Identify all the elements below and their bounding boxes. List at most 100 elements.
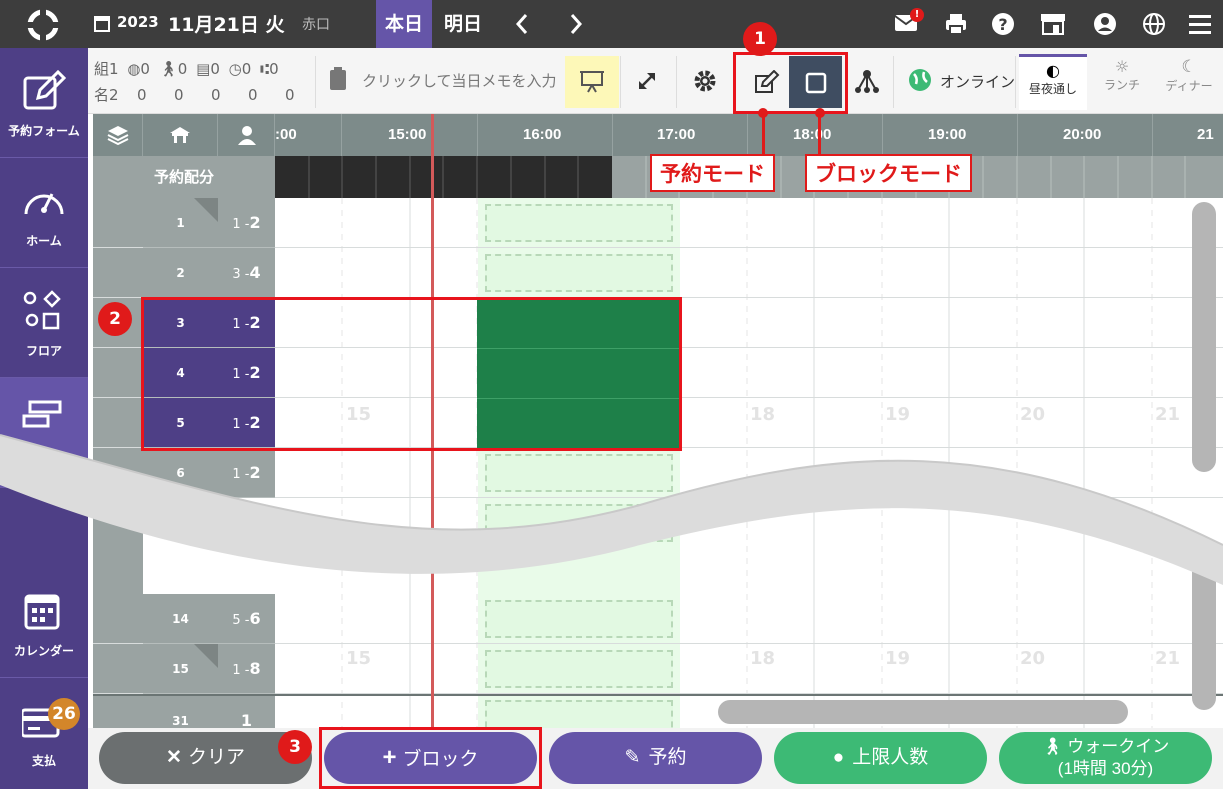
walkin-small-icon: 🚶︎ [158, 60, 178, 78]
reservable-slot[interactable] [485, 204, 673, 242]
hour-label: 20:00 [1063, 126, 1102, 143]
close-icon: ✕ [166, 747, 182, 768]
network-icon[interactable] [854, 68, 880, 98]
table-capacity: 1 -2 [218, 198, 275, 248]
memo-icon [328, 66, 348, 96]
hour-label: 21 [1197, 126, 1214, 143]
help-icon[interactable]: ? [991, 12, 1015, 40]
hour-label: 16:00 [523, 126, 562, 143]
annotation-box-selection [141, 297, 682, 451]
dashboard-gauge-icon [24, 193, 64, 215]
calendar-icon [94, 14, 110, 36]
sidebar-item-label: 予約フォーム [8, 124, 80, 138]
walkin-button[interactable]: 🚶︎ ウォークイン (1時間 30分) [999, 732, 1212, 784]
menu-icon[interactable] [1189, 13, 1211, 39]
annotation-box-modes [733, 52, 848, 114]
store-icon[interactable] [1040, 12, 1066, 40]
sidebar-item-reservation-form[interactable]: 予約フォーム [0, 48, 88, 158]
tomorrow-button[interactable]: 明日 [432, 0, 494, 48]
table-sort-button[interactable] [143, 114, 218, 156]
stat-people-web: 0 [137, 86, 147, 104]
capacity-sort-button[interactable] [218, 114, 275, 156]
presentation-toggle[interactable] [565, 56, 619, 108]
annotation-number: 1 [743, 22, 777, 56]
reservable-slot[interactable] [485, 254, 673, 292]
hour-label: 19:00 [928, 126, 967, 143]
memo-input[interactable]: クリックして当日メモを入力 [362, 70, 557, 91]
gear-icon[interactable] [693, 69, 717, 97]
printer-icon[interactable] [944, 12, 968, 40]
table-capacity: 3 -4 [218, 248, 275, 298]
svg-text:?: ? [998, 15, 1007, 34]
seat-small-icon: ⑆ [260, 60, 270, 78]
date-text[interactable]: 11月21日 火 [168, 10, 285, 37]
expand-icon[interactable] [636, 70, 658, 96]
mail-badge: ! [910, 8, 924, 22]
tab-label: ランチ [1103, 78, 1140, 92]
stat-people-seated: 0 [285, 86, 295, 104]
stat-groups-walkin: 0 [177, 60, 188, 78]
stat-people-waiting: 0 [248, 86, 258, 104]
stats-top-row: 組1 ◍0 🚶︎0 ▤0 ◷0 ⑆0 [94, 58, 279, 79]
layers-button[interactable] [93, 114, 143, 156]
tab-all-day[interactable]: ◐ 昼夜通し [1019, 54, 1087, 110]
timeline-header: :00 15:00 16:00 17:00 18:00 19:00 20:00 … [93, 114, 1223, 156]
stat-people-total: 名2 [94, 86, 119, 104]
allocation-label: 予約配分 [93, 156, 275, 198]
annotation-number: 2 [98, 302, 132, 336]
account-icon[interactable] [1093, 12, 1117, 40]
stat-people-walkin: 0 [174, 86, 184, 104]
payment-badge: 26 [48, 698, 80, 730]
hour-label: 15:00 [388, 126, 427, 143]
globe-small-icon: ◍ [127, 60, 141, 78]
tab-lunch[interactable]: ☼ ランチ [1090, 57, 1154, 109]
sidebar-item-label: 支払 [31, 754, 56, 768]
table-icon [170, 127, 190, 143]
chevron-right-icon[interactable] [566, 12, 586, 40]
table-capacity: 1 -8 [218, 644, 275, 694]
floor-shapes-icon [23, 290, 61, 330]
hour-label: 17:00 [657, 126, 696, 143]
sidebar-item-label: カレンダー [13, 644, 74, 658]
stat-groups-web: 0 [140, 60, 150, 78]
reservable-slot[interactable] [485, 650, 673, 688]
bg-hour-number: 20 [1020, 648, 1046, 669]
walking-person-icon: 🚶︎ [1041, 737, 1064, 756]
sidebar-item-home[interactable]: ホーム [0, 158, 88, 268]
reserve-button[interactable]: ✎ 予約 [549, 732, 762, 784]
globe-icon[interactable] [1142, 12, 1166, 40]
pencil-icon: ✎ [624, 747, 641, 768]
sidebar-item-label: ホーム [26, 234, 62, 248]
chevron-left-icon[interactable] [512, 12, 532, 40]
mail-icon[interactable]: ! [894, 8, 924, 36]
today-button[interactable]: 本日 [376, 0, 432, 48]
annotation-block-mode: ブロックモード [805, 154, 972, 192]
stat-groups-seated: 0 [269, 60, 279, 78]
stat-groups-total: 組1 [94, 60, 119, 78]
bg-hour-number: 18 [750, 648, 776, 669]
rokuyo-text: 赤口 [302, 17, 330, 33]
sidebar-item-floor[interactable]: フロア [0, 268, 88, 378]
annotation-box-block-button [319, 727, 542, 789]
toolbar: 組1 ◍0 🚶︎0 ▤0 ◷0 ⑆0 名2 00000 クリックして当日メモを入… [88, 48, 1223, 114]
horizontal-scrollbar[interactable] [718, 700, 1128, 724]
annotation-number: 3 [278, 730, 312, 764]
bg-hour-number: 19 [885, 648, 911, 669]
sidebar-item-payment[interactable]: 26 支払 [0, 678, 88, 788]
corner-marker [194, 644, 218, 668]
hour-label: 18:00 [793, 126, 832, 143]
bg-hour-number: 21 [1155, 648, 1181, 669]
tab-dinner[interactable]: ☾ ディナー [1158, 57, 1220, 109]
online-status[interactable]: オンライン [940, 71, 1015, 92]
capacity-limit-button[interactable]: ● 上限人数 [774, 732, 987, 784]
stat-people-booked: 0 [211, 86, 221, 104]
tab-label: ディナー [1165, 79, 1213, 93]
date-year[interactable]: 2023 [117, 13, 159, 31]
stat-groups-waiting: 0 [241, 60, 252, 78]
app-logo-icon[interactable] [26, 8, 60, 46]
stat-groups-booked: 0 [210, 60, 220, 78]
sun-icon: ☼ [1114, 57, 1130, 76]
table-number[interactable]: 2 [143, 248, 218, 298]
corner-marker [194, 198, 218, 222]
person-icon: ● [832, 747, 845, 768]
